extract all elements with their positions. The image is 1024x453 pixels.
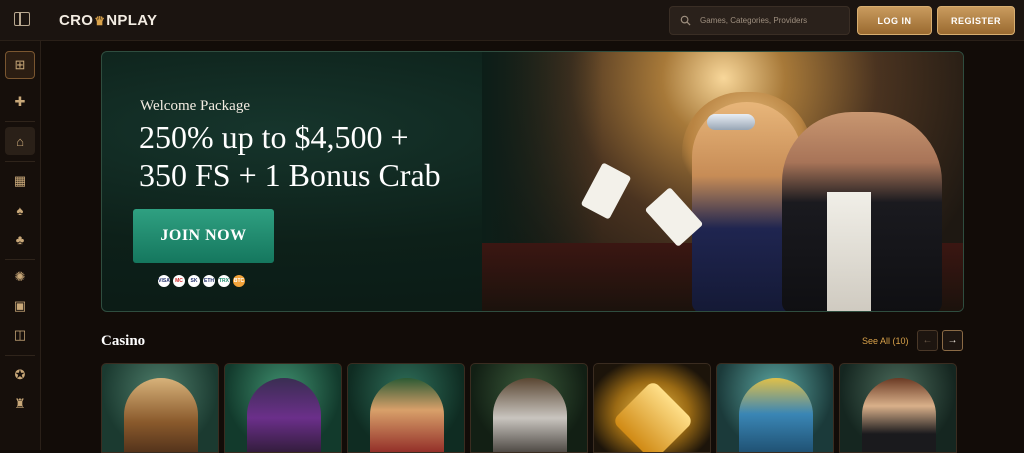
sidebar-item-tournaments[interactable]: ♜: [5, 390, 35, 418]
game-thumbnail: [493, 378, 567, 452]
banner-subtitle: Welcome Package: [140, 98, 250, 114]
game-card[interactable]: [470, 363, 588, 453]
join-now-button[interactable]: JOIN NOW: [133, 209, 274, 263]
sidebar-item-games[interactable]: ◫: [5, 321, 35, 349]
game-card[interactable]: [593, 363, 711, 453]
clover-icon: ♣: [15, 231, 25, 247]
banner-title-line1: 250% up to $4,500 +: [139, 119, 409, 155]
banner-title: 250% up to $4,500 + 350 FS + 1 Bonus Cra…: [139, 118, 441, 194]
sidebar-toggle-icon[interactable]: [14, 12, 30, 26]
banner-title-line2: 350 FS + 1 Bonus Crab: [139, 157, 441, 193]
login-button[interactable]: LOG IN: [857, 6, 932, 35]
sidebar-divider: [5, 259, 35, 260]
carousel-next-button[interactable]: →: [942, 330, 963, 351]
medal-icon: ✪: [14, 367, 26, 382]
playing-card-icon: [580, 162, 632, 220]
game-thumbnail: [739, 378, 813, 452]
mastercard-icon: MC: [173, 275, 185, 287]
sidebar-item-gift[interactable]: ✚: [5, 88, 35, 116]
game-card[interactable]: [224, 363, 342, 453]
game-card[interactable]: [101, 363, 219, 453]
search-icon: [680, 15, 691, 26]
ethereum-icon: ETH: [203, 275, 215, 287]
tron-icon: TRX: [218, 275, 230, 287]
tiara-image: [707, 114, 755, 130]
top-bar: CRO♛NPLAY LOG IN REGISTER: [0, 0, 1024, 41]
skrill-icon: SK: [188, 275, 200, 287]
sidebar-item-table-games[interactable]: ♠: [5, 196, 35, 224]
game-card[interactable]: [839, 363, 957, 453]
sidebar-item-slots[interactable]: ▦: [5, 167, 35, 195]
game-thumbnail: [611, 379, 695, 452]
home-icon: ⌂: [16, 133, 24, 149]
logo-text-left: CRO: [59, 12, 94, 29]
welcome-banner[interactable]: Welcome Package 250% up to $4,500 + 350 …: [101, 51, 964, 312]
arrow-left-icon: ←: [922, 335, 933, 346]
game-thumbnail: [247, 378, 321, 452]
sidebar-item-loyalty[interactable]: ✪: [5, 361, 35, 389]
logo-text-right: NPLAY: [106, 12, 158, 29]
gift-box-icon: ⊞: [14, 57, 26, 72]
banner-image: [482, 52, 963, 311]
sidebar-item-gift-box[interactable]: ⊞: [5, 51, 35, 79]
sidebar-divider: [5, 355, 35, 356]
casino-section-title: Casino: [101, 333, 146, 349]
bitcoin-icon: BTC: [233, 275, 245, 287]
sidebar-item-lucky[interactable]: ♣: [5, 225, 35, 253]
search-box[interactable]: [669, 6, 850, 35]
live-casino-icon: ▣: [13, 298, 27, 313]
roulette-icon: ✺: [14, 269, 26, 284]
sidebar: ⊞ ✚ ⌂ ▦ ♠ ♣ ✺ ▣ ◫ ✪ ♜: [0, 41, 41, 450]
man-shirt: [827, 192, 871, 311]
trophy-icon: ♜: [14, 396, 26, 411]
see-all-link[interactable]: See All (10): [862, 336, 909, 346]
game-card[interactable]: [716, 363, 834, 453]
sidebar-divider: [5, 161, 35, 162]
gamepad-icon: ◫: [13, 327, 27, 342]
crown-icon: ♛: [94, 13, 106, 28]
sidebar-divider: [5, 121, 35, 122]
game-card[interactable]: [347, 363, 465, 453]
gift-icon: ✚: [14, 94, 26, 109]
slots-icon: ▦: [13, 173, 27, 188]
sidebar-item-roulette[interactable]: ✺: [5, 263, 35, 291]
arrow-right-icon: →: [947, 335, 958, 346]
sidebar-item-home[interactable]: ⌂: [5, 127, 35, 155]
carousel-prev-button[interactable]: ←: [917, 330, 938, 351]
game-thumbnail: [124, 378, 198, 452]
search-input[interactable]: [700, 16, 840, 25]
casino-games-row: [101, 363, 957, 453]
sidebar-item-live-casino[interactable]: ▣: [5, 292, 35, 320]
game-thumbnail: [862, 378, 936, 452]
register-button[interactable]: REGISTER: [937, 6, 1015, 35]
logo[interactable]: CRO ♛ NPLAY: [59, 12, 157, 29]
payment-methods: VISA MC SK ETH TRX BTC: [158, 275, 245, 287]
visa-icon: VISA: [158, 275, 170, 287]
spade-icon: ♠: [16, 202, 24, 218]
game-thumbnail: [370, 378, 444, 452]
